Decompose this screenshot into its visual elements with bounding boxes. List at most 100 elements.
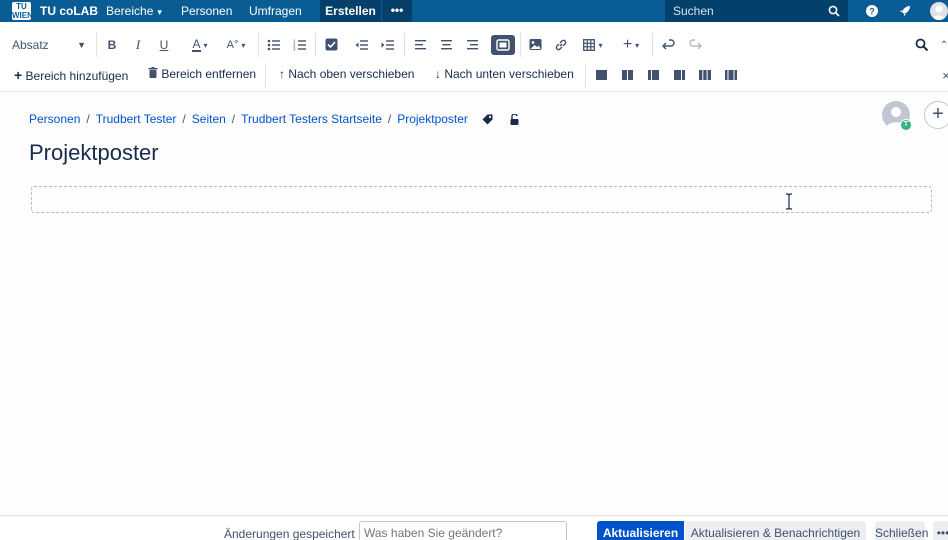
separator xyxy=(652,33,653,57)
layout-left-sidebar-icon[interactable] xyxy=(674,70,685,80)
text-color-icon[interactable]: A ▾ xyxy=(186,35,214,55)
change-comment-input[interactable] xyxy=(359,521,567,540)
breadcrumb-separator: / xyxy=(387,112,392,126)
chevron-down-icon: ▾ xyxy=(598,40,603,50)
chevron-down-icon: ▾ xyxy=(635,40,640,50)
more-formatting-icon[interactable]: A° ▾ xyxy=(222,35,250,55)
save-status: Änderungen gespeichert xyxy=(224,527,355,540)
avatar-initial-badge: T xyxy=(900,119,912,131)
move-up-button[interactable]: ↑ Nach oben verschieben xyxy=(279,67,414,81)
separator xyxy=(96,33,97,57)
find-icon[interactable] xyxy=(915,38,929,52)
breadcrumb-separator: / xyxy=(86,112,90,126)
update-notify-button[interactable]: Aktualisieren & Benachrichtigen xyxy=(685,521,866,540)
breadcrumb-separator: / xyxy=(231,112,236,126)
indent-icon[interactable] xyxy=(381,38,395,52)
user-avatar[interactable] xyxy=(930,2,948,20)
nav-item-umfragen[interactable]: Umfragen xyxy=(249,4,302,18)
more-options-button[interactable]: ••• xyxy=(933,521,948,540)
layout-three-sidebars-icon[interactable] xyxy=(725,70,737,80)
undo-icon[interactable] xyxy=(662,38,676,52)
add-section-label: Bereich hinzufügen xyxy=(25,69,129,83)
table-icon[interactable]: ▾ xyxy=(580,35,606,55)
move-up-label: Nach oben verschieben xyxy=(288,67,415,81)
underline-icon[interactable]: U xyxy=(156,35,172,55)
svg-text:?: ? xyxy=(869,7,875,17)
layout-two-column-icon[interactable] xyxy=(622,70,633,80)
search-placeholder: Suchen xyxy=(673,4,714,18)
nav-item-bereiche[interactable]: Bereiche ▾ xyxy=(106,4,162,18)
label-icon[interactable] xyxy=(482,114,493,125)
logo[interactable]: TU WIEN xyxy=(12,2,33,20)
page-title[interactable]: Projektposter xyxy=(29,140,159,166)
separator xyxy=(265,63,266,87)
create-button[interactable]: Erstellen xyxy=(320,0,381,22)
close-layout-icon[interactable]: × xyxy=(942,65,948,85)
collapse-icon[interactable]: ⌃ xyxy=(940,35,948,55)
editor-footer: Änderungen gespeichert Aktualisieren Akt… xyxy=(0,515,948,540)
close-button[interactable]: Schließen xyxy=(875,521,928,540)
move-down-label: Nach unten verschieben xyxy=(444,67,574,81)
breadcrumb-item[interactable]: Trudbert Tester xyxy=(96,112,177,126)
breadcrumb-item[interactable]: Seiten xyxy=(192,112,226,126)
update-button[interactable]: Aktualisieren xyxy=(597,521,684,540)
layout-section-placeholder[interactable] xyxy=(31,186,932,213)
breadcrumb-item[interactable]: Projektposter xyxy=(397,112,468,126)
layout-three-column-icon[interactable] xyxy=(699,70,711,80)
numbered-list-icon[interactable]: 123 xyxy=(293,38,307,52)
more-button[interactable]: ••• xyxy=(382,0,412,22)
breadcrumb-item[interactable]: Trudbert Testers Startseite xyxy=(241,112,382,126)
paragraph-style-select[interactable]: Absatz ▼ xyxy=(8,35,90,55)
remove-section-button[interactable]: Bereich entfernen xyxy=(148,67,256,81)
add-collaborator-button[interactable]: + xyxy=(924,101,948,129)
bullet-list-icon[interactable] xyxy=(267,38,281,52)
breadcrumb-item[interactable]: Personen xyxy=(29,112,80,126)
arrow-up-icon: ↑ xyxy=(279,67,285,81)
align-left-icon[interactable] xyxy=(414,38,427,51)
search-icon xyxy=(828,5,840,17)
move-down-button[interactable]: ↓ Nach unten verschieben xyxy=(435,67,574,81)
task-list-icon[interactable] xyxy=(325,38,338,51)
add-section-button[interactable]: + Bereich hinzufügen xyxy=(14,67,128,83)
separator xyxy=(315,33,316,57)
brand-name[interactable]: TU coLAB xyxy=(40,4,98,18)
formatting-toolbar: Absatz ▼ B I U A ▾ A° ▾ 123 ▾ + ▾ ⌃ xyxy=(0,30,948,60)
redo-icon[interactable] xyxy=(688,38,702,52)
top-navigation: TU WIEN TU coLAB Bereiche ▾ Personen Umfr… xyxy=(0,0,948,22)
link-icon[interactable] xyxy=(554,38,568,52)
italic-icon[interactable]: I xyxy=(130,35,146,55)
breadcrumb-separator: / xyxy=(182,112,186,126)
arrow-down-icon: ↓ xyxy=(435,67,441,81)
plus-icon: + xyxy=(14,67,23,83)
table-glyph xyxy=(583,39,596,51)
logo-text: TU WIEN xyxy=(12,2,33,20)
text-cursor-icon xyxy=(786,193,792,210)
layout-icon-glyph xyxy=(496,39,510,51)
layout-toolbar: + Bereich hinzufügen Bereich entfernen ↑… xyxy=(0,60,948,90)
remove-section-label: Bereich entfernen xyxy=(161,67,257,81)
layout-single-icon[interactable] xyxy=(596,70,607,80)
insert-more-icon[interactable]: + ▾ xyxy=(618,35,644,55)
trash-icon xyxy=(148,67,158,78)
chevron-down-icon: ▾ xyxy=(157,7,162,17)
breadcrumb: Personen / Trudbert Tester / Seiten / Trudb… xyxy=(29,112,520,126)
layout-right-sidebar-icon[interactable] xyxy=(648,70,659,80)
separator xyxy=(404,33,405,57)
search-input[interactable]: Suchen xyxy=(665,0,848,22)
editor-toolbar: Absatz ▼ B I U A ▾ A° ▾ 123 ▾ + ▾ ⌃ + Be… xyxy=(0,22,948,92)
image-icon[interactable] xyxy=(529,38,542,51)
plus-glyph: + xyxy=(622,36,633,53)
align-center-icon[interactable] xyxy=(440,38,453,51)
svg-text:3: 3 xyxy=(293,47,296,52)
bold-icon[interactable]: B xyxy=(104,35,120,55)
page-layout-icon[interactable] xyxy=(491,35,515,55)
unlock-icon[interactable] xyxy=(509,113,520,125)
nav-item-personen[interactable]: Personen xyxy=(181,4,232,18)
align-right-icon[interactable] xyxy=(466,38,479,51)
help-icon[interactable]: ? xyxy=(865,4,879,18)
user-icon xyxy=(932,5,946,20)
separator xyxy=(585,63,586,87)
nav-item-label: Bereiche xyxy=(106,4,154,18)
outdent-icon[interactable] xyxy=(355,38,369,52)
rocket-icon[interactable] xyxy=(898,4,912,18)
